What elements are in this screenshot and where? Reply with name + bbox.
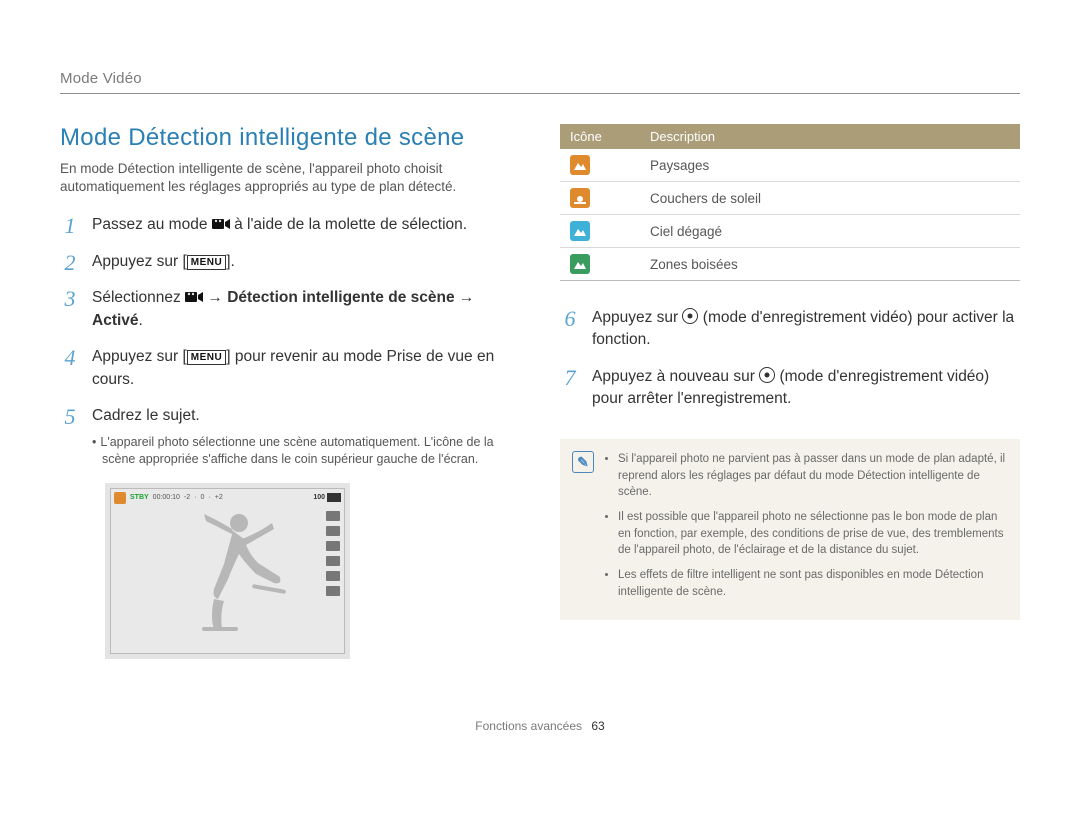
lcd-top-bar: STBY 00:00:10 -2 · 0 · +2 100 <box>114 492 341 504</box>
table-row: Zones boisées <box>560 248 1020 281</box>
step-text-bold: Activé <box>92 312 139 329</box>
table-cell-icon <box>560 149 640 182</box>
step-5: 5 Cadrez le sujet. L'appareil photo séle… <box>60 405 520 468</box>
step-number: 6 <box>560 308 580 330</box>
skater-silhouette-icon <box>184 509 294 639</box>
scene-indicator-icon <box>114 492 126 504</box>
movie-mode-icon <box>185 290 203 304</box>
table-cell-icon <box>560 182 640 215</box>
alive-icon <box>326 541 340 551</box>
page-footer: Fonctions avancées 63 <box>60 719 1020 733</box>
step-text: Appuyez sur [ <box>92 348 187 365</box>
intro-text: En mode Détection intelligente de scène,… <box>60 160 520 196</box>
footer-section: Fonctions avancées <box>475 719 582 733</box>
step-text: Cadrez le sujet. <box>92 407 200 424</box>
camera-icon <box>326 556 340 566</box>
step-text: Passez au mode <box>92 216 212 233</box>
step-6: 6 Appuyez sur (mode d'enregistrement vid… <box>560 307 1020 352</box>
table-cell-desc: Zones boisées <box>640 248 1020 281</box>
battery-indicator: 100 <box>313 493 341 502</box>
note-list: Si l'appareil photo ne parvient pas à pa… <box>606 451 1006 600</box>
step-number: 1 <box>60 215 80 237</box>
table-row: Ciel dégagé <box>560 215 1020 248</box>
arrow-text: → <box>207 289 227 306</box>
stby-label: STBY <box>130 494 149 501</box>
step-7: 7 Appuyez à nouveau sur (mode d'enregist… <box>560 366 1020 411</box>
battery-pct: 100 <box>313 494 325 501</box>
ev-plus: +2 <box>215 494 223 501</box>
battery-icon <box>327 493 341 502</box>
step-text: Appuyez sur [ <box>92 253 187 270</box>
table-cell-icon <box>560 248 640 281</box>
footer-page-number: 63 <box>591 719 604 733</box>
note-item: Les effets de filtre intelligent ne sont… <box>618 567 1006 600</box>
table-cell-icon <box>560 215 640 248</box>
step-text: Appuyez à nouveau sur <box>592 368 759 385</box>
table-row: Paysages <box>560 149 1020 182</box>
note-item: Il est possible que l'appareil photo ne … <box>618 509 1006 559</box>
lcd-preview: STBY 00:00:10 -2 · 0 · +2 100 <box>105 483 350 659</box>
step-number: 2 <box>60 252 80 274</box>
record-button-icon <box>682 308 698 324</box>
table-cell-desc: Ciel dégagé <box>640 215 1020 248</box>
note-item: Si l'appareil photo ne parvient pas à pa… <box>618 451 1006 501</box>
table-head-desc: Description <box>640 124 1020 149</box>
note-box: ✎ Si l'appareil photo ne parvient pas à … <box>560 439 1020 620</box>
stabilizer-icon <box>326 571 340 581</box>
step-text: Sélectionnez <box>92 289 185 306</box>
sunset-scene-icon <box>570 188 590 208</box>
step-text: Appuyez sur <box>592 309 682 326</box>
lcd-right-icons <box>326 511 340 596</box>
steps-list-right: 6 Appuyez sur (mode d'enregistrement vid… <box>560 307 1020 411</box>
fps-icon <box>326 526 340 536</box>
menu-icon: MENU <box>187 350 226 365</box>
step-text: . <box>139 312 143 329</box>
table-row: Couchers de soleil <box>560 182 1020 215</box>
setting-icon <box>326 586 340 596</box>
step-subtext: L'appareil photo sélectionne une scène a… <box>92 434 520 469</box>
steps-list: 1 Passez au mode à l'aide de la molette … <box>60 214 520 468</box>
step-2: 2 Appuyez sur [MENU]. <box>60 251 520 273</box>
record-time: 00:00:10 <box>153 494 180 501</box>
step-text: à l'aide de la molette de sélection. <box>234 216 467 233</box>
step-1: 1 Passez au mode à l'aide de la molette … <box>60 214 520 236</box>
table-cell-desc: Paysages <box>640 149 1020 182</box>
step-text-bold: Détection intelligente de scène <box>227 289 454 306</box>
step-3: 3 Sélectionnez → Détection intelligente … <box>60 287 520 332</box>
table-head-icon: Icône <box>560 124 640 149</box>
ev-zero: 0 <box>201 494 205 501</box>
movie-mode-icon <box>212 217 230 231</box>
breadcrumb: Mode Vidéo <box>60 70 1020 87</box>
scene-icon-table: Icône Description PaysagesCouchers de so… <box>560 124 1020 281</box>
page-title: Mode Détection intelligente de scène <box>60 124 520 152</box>
step-text: ]. <box>226 253 235 270</box>
step-4: 4 Appuyez sur [MENU] pour revenir au mod… <box>60 346 520 391</box>
step-number: 3 <box>60 288 80 310</box>
breadcrumb-rule <box>60 93 1020 94</box>
record-button-icon <box>759 367 775 383</box>
landscape-scene-icon <box>570 221 590 241</box>
resolution-icon <box>326 511 340 521</box>
arrow-text: → <box>459 289 475 306</box>
right-column: Icône Description PaysagesCouchers de so… <box>560 124 1020 659</box>
step-number: 4 <box>60 347 80 369</box>
menu-icon: MENU <box>187 255 226 270</box>
step-number: 5 <box>60 406 80 428</box>
table-cell-desc: Couchers de soleil <box>640 182 1020 215</box>
step-number: 7 <box>560 367 580 389</box>
landscape-scene-icon <box>570 155 590 175</box>
left-column: Mode Détection intelligente de scène En … <box>60 124 520 659</box>
ev-minus: -2 <box>184 494 190 501</box>
note-icon: ✎ <box>572 451 594 473</box>
landscape-scene-icon <box>570 254 590 274</box>
